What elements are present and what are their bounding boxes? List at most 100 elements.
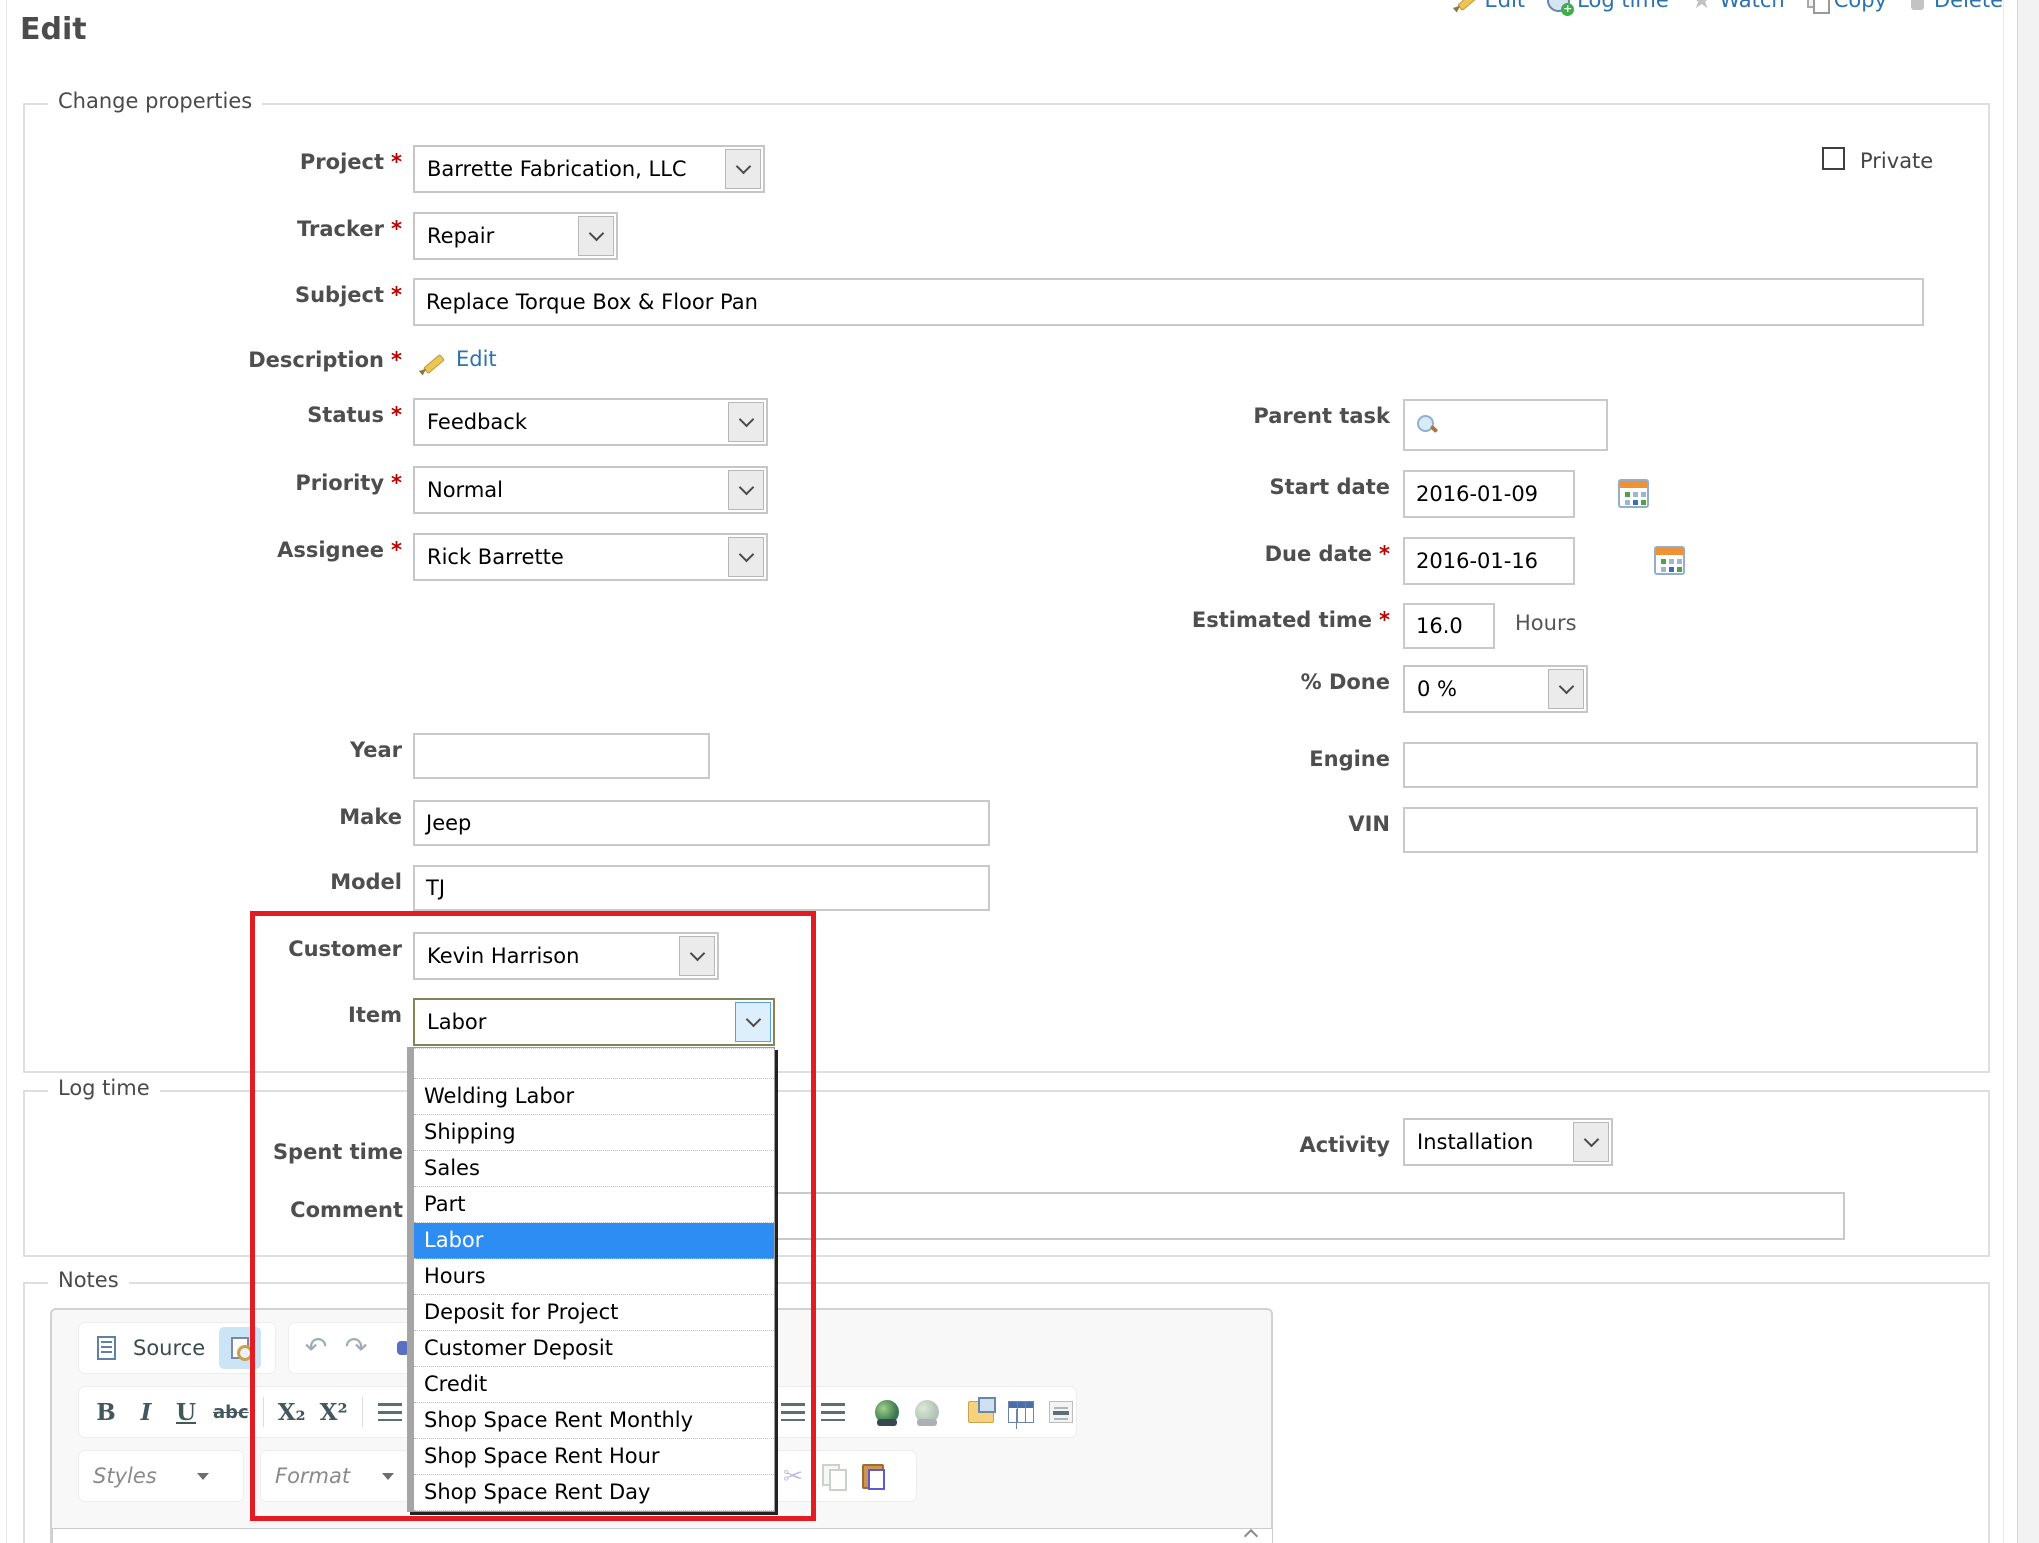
dropdown-option[interactable]: Credit bbox=[414, 1367, 774, 1403]
calendar-icon[interactable] bbox=[1654, 546, 1685, 575]
context-delete-link[interactable]: Delete bbox=[1909, 0, 2003, 12]
dropdown-option[interactable]: Shop Space Rent Monthly bbox=[414, 1403, 774, 1439]
dropdown-option[interactable]: Part bbox=[414, 1187, 774, 1223]
copy-button[interactable] bbox=[820, 1455, 846, 1497]
dropdown-option[interactable]: Customer Deposit bbox=[414, 1331, 774, 1367]
due-date-input[interactable]: 2016-01-16 bbox=[1403, 537, 1575, 585]
make-input[interactable]: Jeep bbox=[413, 800, 990, 846]
templates-button[interactable] bbox=[219, 1327, 261, 1369]
vin-input[interactable] bbox=[1403, 807, 1978, 853]
private-label: Private bbox=[1860, 149, 1933, 173]
italic-button[interactable]: I bbox=[133, 1391, 159, 1433]
percent-done-label: % Done bbox=[1301, 670, 1390, 694]
priority-label: Priority* bbox=[295, 471, 402, 495]
source-button[interactable] bbox=[93, 1327, 119, 1369]
dropdown-option[interactable]: Hours bbox=[414, 1259, 774, 1295]
dropdown-option[interactable]: Sales bbox=[414, 1151, 774, 1187]
calendar-icon[interactable] bbox=[1618, 479, 1649, 508]
copy-doc-icon bbox=[822, 1464, 844, 1488]
chevron-down-icon bbox=[725, 149, 761, 189]
notes-legend: Notes bbox=[48, 1268, 129, 1292]
notes-content-area[interactable] bbox=[52, 1528, 1273, 1543]
caret-down-icon bbox=[382, 1473, 394, 1480]
justify-button[interactable] bbox=[820, 1391, 846, 1433]
tracker-select[interactable]: Repair bbox=[413, 212, 618, 260]
item-select-value: Labor bbox=[415, 1000, 733, 1044]
priority-select[interactable]: Normal bbox=[413, 466, 768, 514]
assignee-select[interactable]: Rick Barrette bbox=[413, 533, 768, 581]
blockquote-button[interactable] bbox=[780, 1391, 806, 1433]
change-properties-legend: Change properties bbox=[48, 89, 262, 113]
required-asterisk: * bbox=[391, 471, 402, 495]
project-select[interactable]: Barrette Fabrication, LLC bbox=[413, 145, 765, 193]
model-input[interactable]: TJ bbox=[413, 865, 990, 911]
tracker-select-value: Repair bbox=[415, 214, 576, 258]
image-button[interactable] bbox=[968, 1391, 994, 1433]
styles-dropdown[interactable]: Styles bbox=[78, 1450, 244, 1502]
customer-select-value: Kevin Harrison bbox=[415, 934, 677, 978]
item-label: Item bbox=[348, 1003, 402, 1027]
justify-icon bbox=[821, 1403, 845, 1421]
superscript-button[interactable]: X² bbox=[320, 1391, 348, 1433]
dropdown-option[interactable]: Shop Space Rent Day bbox=[414, 1475, 774, 1511]
toolbar-clipboard-group: ✂ bbox=[765, 1450, 917, 1502]
year-input[interactable] bbox=[413, 733, 710, 779]
log-time-legend: Log time bbox=[48, 1076, 160, 1100]
dropdown-option[interactable]: Shop Space Rent Hour bbox=[414, 1439, 774, 1475]
browser-scrollbar[interactable] bbox=[2017, 0, 2039, 1543]
activity-select[interactable]: Installation bbox=[1403, 1118, 1613, 1166]
context-copy-label: Copy bbox=[1834, 0, 1887, 12]
context-watch-link[interactable]: ★Watch bbox=[1691, 0, 1785, 12]
image-icon bbox=[968, 1401, 994, 1423]
superscript-icon: X² bbox=[320, 1399, 348, 1426]
paste-button[interactable] bbox=[860, 1455, 886, 1497]
percent-done-select[interactable]: 0 % bbox=[1403, 665, 1588, 713]
subject-value: Replace Torque Box & Floor Pan bbox=[426, 290, 758, 314]
underline-button[interactable]: U bbox=[173, 1391, 199, 1433]
italic-icon: I bbox=[141, 1399, 152, 1426]
dropdown-option[interactable] bbox=[414, 1048, 774, 1079]
parent-task-input[interactable] bbox=[1403, 399, 1608, 451]
subject-input[interactable]: Replace Torque Box & Floor Pan bbox=[413, 278, 1924, 326]
assignee-label: Assignee* bbox=[277, 538, 402, 562]
engine-input[interactable] bbox=[1403, 742, 1978, 788]
cut-button[interactable]: ✂ bbox=[780, 1455, 806, 1497]
strikethrough-icon: abc bbox=[213, 1402, 249, 1423]
copy-icon bbox=[1807, 0, 1827, 11]
format-dropdown[interactable]: Format bbox=[260, 1450, 410, 1502]
chevron-down-icon bbox=[728, 537, 764, 577]
dropdown-option[interactable]: Shipping bbox=[414, 1115, 774, 1151]
subscript-button[interactable]: X₂ bbox=[278, 1391, 306, 1433]
unlink-button[interactable] bbox=[914, 1391, 940, 1433]
paste-icon bbox=[862, 1464, 884, 1489]
context-log-time-link[interactable]: Log time bbox=[1547, 0, 1669, 12]
estimated-time-input[interactable]: 16.0 bbox=[1403, 603, 1495, 649]
chevron-down-icon bbox=[728, 470, 764, 510]
customer-select[interactable]: Kevin Harrison bbox=[413, 932, 719, 980]
table-button[interactable] bbox=[1008, 1391, 1034, 1433]
search-icon bbox=[1416, 414, 1438, 436]
private-checkbox[interactable] bbox=[1822, 147, 1845, 170]
strikethrough-button[interactable]: abc bbox=[213, 1391, 249, 1433]
context-copy-link[interactable]: Copy bbox=[1807, 0, 1887, 12]
unlink-icon bbox=[915, 1400, 939, 1424]
dropdown-option[interactable]: Welding Labor bbox=[414, 1079, 774, 1115]
undo-button[interactable]: ↶ bbox=[303, 1327, 329, 1369]
indent-icon bbox=[781, 1403, 805, 1421]
numbered-list-button[interactable] bbox=[377, 1391, 403, 1433]
item-select[interactable]: Labor bbox=[413, 998, 775, 1046]
redo-button[interactable]: ↷ bbox=[343, 1327, 369, 1369]
dropdown-option[interactable]: Deposit for Project bbox=[414, 1295, 774, 1331]
scroll-up-icon[interactable] bbox=[1246, 1531, 1256, 1541]
context-edit-link[interactable]: Edit bbox=[1454, 0, 1526, 12]
dropdown-option[interactable]: Labor bbox=[414, 1223, 774, 1259]
horizontal-rule-button[interactable] bbox=[1048, 1391, 1074, 1433]
subject-label: Subject* bbox=[295, 283, 402, 307]
bold-button[interactable]: B bbox=[93, 1391, 119, 1433]
pencil-icon bbox=[1454, 0, 1478, 12]
status-select[interactable]: Feedback bbox=[413, 398, 768, 446]
chevron-down-icon bbox=[735, 1002, 771, 1042]
description-edit-link[interactable]: Edit bbox=[456, 347, 497, 371]
link-button[interactable] bbox=[874, 1391, 900, 1433]
start-date-input[interactable]: 2016-01-09 bbox=[1403, 470, 1575, 518]
